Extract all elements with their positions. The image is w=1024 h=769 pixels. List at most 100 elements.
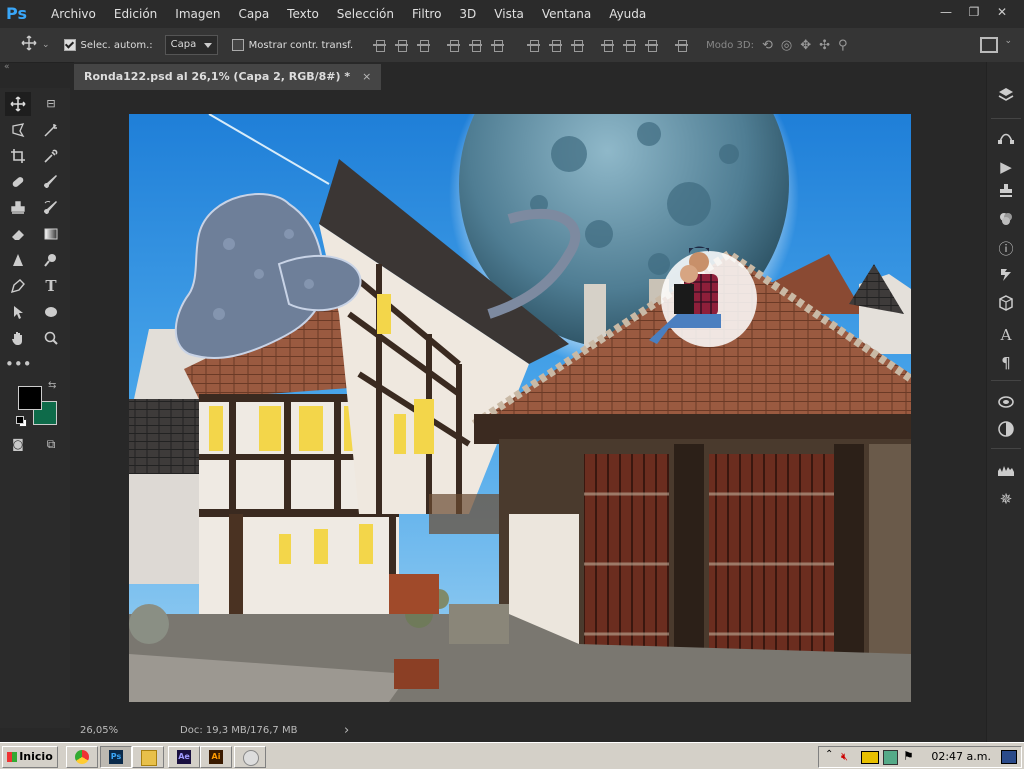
lasso-icon[interactable] [5, 118, 31, 142]
3d-icon[interactable] [995, 294, 1017, 316]
color-icon[interactable] [995, 210, 1017, 232]
workspace-chevron-icon[interactable]: ⌄ [1004, 36, 1012, 46]
path-selection-icon[interactable] [5, 300, 31, 324]
align-bottom-icon[interactable] [417, 38, 431, 52]
checkbox-checked-icon[interactable] [63, 39, 76, 51]
libraries-icon[interactable] [995, 392, 1017, 414]
collapse-tools-icon[interactable]: « [4, 62, 10, 72]
artboard-icon[interactable]: ⊟ [38, 92, 64, 116]
taskbar-after-effects[interactable]: Ae [168, 746, 200, 768]
tray-expand-icon[interactable]: ⌃ [825, 749, 833, 760]
start-button[interactable]: Inicio [2, 746, 58, 768]
blur-icon[interactable] [5, 248, 31, 272]
navigator-icon[interactable]: ✵ [995, 488, 1017, 510]
chevron-down-icon[interactable]: ⌄ [42, 40, 50, 50]
align-left-icon[interactable] [447, 38, 461, 52]
workspace-icon[interactable] [980, 37, 998, 53]
history-brush-icon[interactable] [38, 196, 64, 220]
menu-ventana[interactable]: Ventana [533, 0, 600, 28]
menu-seleccion[interactable]: Selección [328, 0, 403, 28]
info-icon[interactable]: ⓘ [995, 238, 1017, 260]
minimize-button[interactable]: — [932, 0, 960, 24]
distribute-bottom-icon[interactable] [571, 38, 585, 52]
gradient-icon[interactable] [38, 222, 64, 246]
taskbar-paint[interactable] [234, 746, 266, 768]
eraser-icon[interactable] [5, 222, 31, 246]
3d-scale-icon[interactable]: ⚲ [838, 38, 848, 53]
auto-align-icon[interactable] [675, 38, 689, 52]
paths-icon[interactable] [995, 128, 1017, 150]
close-tab-icon[interactable]: × [362, 70, 371, 83]
eyedropper-icon[interactable] [38, 144, 64, 168]
align-vcenter-icon[interactable] [395, 38, 409, 52]
adjustments-icon[interactable] [995, 420, 1017, 442]
menu-texto[interactable]: Texto [278, 0, 328, 28]
dodge-icon[interactable] [38, 248, 64, 272]
magic-wand-icon[interactable] [38, 118, 64, 142]
type-icon[interactable]: T [38, 274, 64, 298]
3d-slide-icon[interactable]: ✣ [819, 38, 830, 53]
move-icon[interactable] [5, 92, 31, 116]
quick-mask-icon[interactable]: ◙ [5, 432, 31, 456]
history-icon[interactable] [995, 266, 1017, 288]
more-tools-icon[interactable]: ••• [5, 352, 32, 376]
brush-icon[interactable] [38, 170, 64, 194]
menu-filtro[interactable]: Filtro [403, 0, 450, 28]
align-hcenter-icon[interactable] [469, 38, 483, 52]
document-canvas[interactable] [129, 114, 911, 702]
3d-roll-icon[interactable]: ◎ [781, 38, 792, 53]
3d-pan-icon[interactable]: ✥ [800, 38, 811, 53]
layers-icon[interactable] [995, 86, 1017, 108]
clone-stamp-icon[interactable] [5, 196, 31, 220]
menu-edicion[interactable]: Edición [105, 0, 166, 28]
actions-icon[interactable]: ▶ [995, 156, 1017, 178]
close-button[interactable]: ✕ [988, 0, 1016, 24]
character-icon[interactable]: A [995, 324, 1017, 346]
align-right-icon[interactable] [491, 38, 505, 52]
menu-imagen[interactable]: Imagen [166, 0, 229, 28]
swap-colors-icon[interactable]: ⇆ [48, 380, 56, 391]
zoom-icon[interactable] [38, 326, 64, 350]
screen-mode-icon[interactable]: ⧉ [38, 432, 64, 456]
taskbar-photoshop[interactable]: Ps [100, 746, 132, 768]
restore-button[interactable]: ❐ [960, 0, 988, 24]
menu-capa[interactable]: Capa [229, 0, 278, 28]
s3-icon[interactable] [861, 751, 879, 764]
3d-orbit-icon[interactable]: ⟲ [762, 38, 773, 53]
healing-brush-icon[interactable] [5, 170, 31, 194]
clock[interactable]: 02:47 a.m. [931, 747, 991, 767]
align-top-icon[interactable] [373, 38, 387, 52]
crop-icon[interactable] [5, 144, 31, 168]
clone-source-icon[interactable] [995, 182, 1017, 204]
show-transform-checkbox[interactable]: Mostrar contr. transf. [231, 39, 353, 51]
show-desktop-icon[interactable] [1001, 750, 1017, 764]
ellipse-icon[interactable] [38, 300, 64, 324]
foreground-color-swatch[interactable] [18, 386, 42, 410]
document-tab[interactable]: Ronda122.psd al 26,1% (Capa 2, RGB/8#) *… [74, 64, 382, 90]
menu-ayuda[interactable]: Ayuda [600, 0, 655, 28]
menu-3d[interactable]: 3D [450, 0, 485, 28]
volume-muted-icon[interactable]: 🔇︎ [841, 750, 853, 763]
menu-vista[interactable]: Vista [485, 0, 533, 28]
move-tool-preset-icon[interactable] [20, 35, 38, 55]
paragraph-icon[interactable]: ¶ [995, 352, 1017, 374]
taskbar-explorer[interactable] [132, 746, 164, 768]
histogram-icon[interactable] [995, 460, 1017, 482]
taskbar-illustrator[interactable]: Ai [200, 746, 232, 768]
auto-select-target-dropdown[interactable]: Capa [164, 35, 218, 55]
action-center-flag-icon[interactable]: ⚑ [903, 749, 914, 763]
distribute-top-icon[interactable] [527, 38, 541, 52]
zoom-level[interactable]: 26,05% [80, 725, 118, 736]
default-colors-icon[interactable] [16, 416, 27, 427]
menu-archivo[interactable]: Archivo [42, 0, 105, 28]
taskbar-chrome[interactable] [66, 746, 98, 768]
checkbox-unchecked-icon[interactable] [231, 39, 244, 51]
hand-icon[interactable] [5, 326, 31, 350]
distribute-hcenter-icon[interactable] [623, 38, 637, 52]
network-icon[interactable] [883, 750, 898, 765]
distribute-left-icon[interactable] [601, 38, 615, 52]
distribute-vcenter-icon[interactable] [549, 38, 563, 52]
auto-select-checkbox[interactable]: Selec. autom.: [63, 39, 153, 51]
distribute-right-icon[interactable] [645, 38, 659, 52]
pen-icon[interactable] [5, 274, 31, 298]
